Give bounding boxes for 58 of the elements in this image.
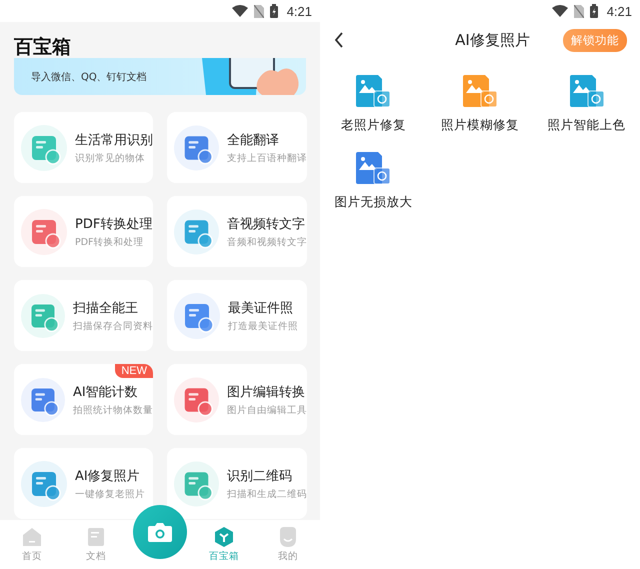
tool-name: PDF转换处理 <box>75 216 152 232</box>
tool-description: 扫描保存合同资料 <box>73 320 153 332</box>
feature-label: 老照片修复 <box>340 117 406 134</box>
camera-button[interactable] <box>133 505 187 559</box>
tool-description: 音频和视频转文字 <box>227 236 307 248</box>
tool-card[interactable]: AI修复照片 一键修复老照片 <box>14 448 153 519</box>
feature-label: 照片模糊修复 <box>440 117 519 134</box>
tool-name: 扫描全能王 <box>73 300 139 316</box>
tool-name: 音视频转文字 <box>227 216 306 232</box>
tool-description: 识别常见的物体 <box>75 152 146 164</box>
home-icon <box>22 526 42 546</box>
status-time: 4:21 <box>606 4 632 18</box>
status-time: 4:21 <box>286 4 312 18</box>
tool-card[interactable]: 生活常用识别 识别常见的物体 <box>14 112 153 183</box>
feature-label: 照片智能上色 <box>548 117 626 134</box>
page-title: AI修复照片 <box>455 30 530 50</box>
no-sim-icon <box>254 4 264 18</box>
feature-item[interactable]: 照片模糊修复 <box>426 75 534 134</box>
document-icon <box>86 526 106 546</box>
no-sim-icon <box>574 4 584 18</box>
banner-text: 导入微信、QQ、钉钉文档 <box>30 70 147 84</box>
tool-card[interactable]: 图片编辑转换 图片自由编辑工具 <box>167 364 307 435</box>
tool-name: 图片编辑转换 <box>227 384 306 400</box>
tool-name: AI智能计数 <box>73 384 139 400</box>
battery-icon <box>590 4 598 18</box>
tool-description: 一键修复老照片 <box>75 488 145 500</box>
tool-name: AI修复照片 <box>75 468 141 484</box>
tool-card[interactable]: 识别二维码 扫描和生成二维码 <box>167 448 307 519</box>
tool-description: 打造最美证件照 <box>228 320 298 332</box>
wifi-icon <box>232 5 248 17</box>
tool-card[interactable]: 全能翻译 支持上百语种翻译 <box>167 112 307 183</box>
tool-name: 生活常用识别 <box>75 132 153 148</box>
import-banner[interactable]: 导入微信、QQ、钉钉文档 <box>14 58 306 95</box>
tool-card[interactable]: 最美证件照 打造最美证件照 <box>167 280 307 351</box>
page-title: 百宝箱 <box>14 35 72 58</box>
tool-card[interactable]: NEW AI智能计数 拍照统计物体数量 <box>14 364 153 435</box>
tool-name: 识别二维码 <box>227 468 293 484</box>
tool-card[interactable]: PDF转换处理 PDF转换和处理 <box>14 196 153 267</box>
tool-description: 支持上百语种翻译 <box>227 152 307 164</box>
feature-item[interactable]: 图片无损放大 <box>320 152 427 211</box>
feature-item[interactable]: 照片智能上色 <box>533 75 640 134</box>
tool-description: 拍照统计物体数量 <box>73 404 153 416</box>
wifi-icon <box>552 5 568 17</box>
feature-label: 图片无损放大 <box>334 194 412 211</box>
camera-icon <box>148 522 172 542</box>
tool-name: 最美证件照 <box>228 300 294 316</box>
tool-card[interactable]: 音视频转文字 音频和视频转文字 <box>167 196 307 267</box>
tool-card[interactable]: 扫描全能王 扫描保存合同资料 <box>14 280 153 351</box>
tool-description: 扫描和生成二维码 <box>227 488 307 500</box>
feature-item[interactable]: 老照片修复 <box>320 75 427 134</box>
new-badge: NEW <box>115 364 153 378</box>
tool-name: 全能翻译 <box>227 132 280 148</box>
tool-description: PDF转换和处理 <box>75 236 145 248</box>
back-icon[interactable] <box>334 32 344 48</box>
battery-icon <box>270 4 278 18</box>
tool-description: 图片自由编辑工具 <box>227 404 307 416</box>
hexagon-icon <box>214 526 234 546</box>
face-icon <box>278 526 298 546</box>
